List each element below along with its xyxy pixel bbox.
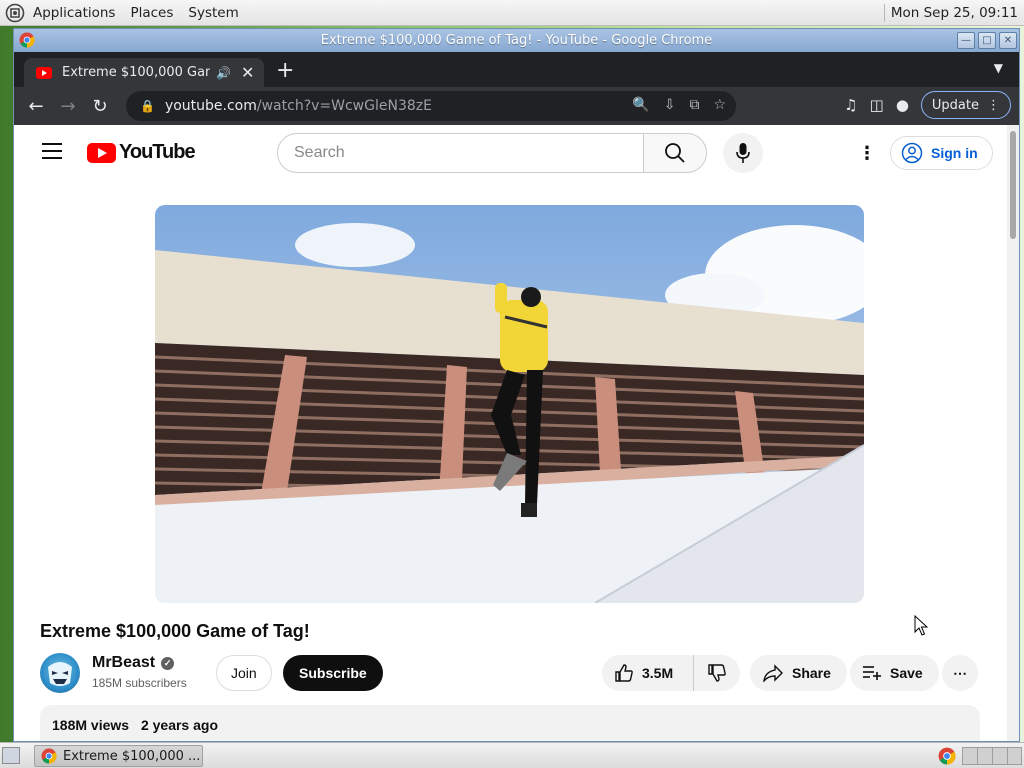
scrollbar-thumb[interactable] — [1010, 131, 1016, 239]
bookmark-star-icon[interactable]: ☆ — [713, 97, 726, 113]
like-button[interactable]: 3.5M — [602, 655, 694, 691]
account-circle-icon — [901, 142, 923, 164]
back-button[interactable]: ← — [20, 96, 52, 117]
profile-icon[interactable]: ● — [896, 96, 909, 114]
youtube-wordmark: YouTube — [119, 141, 196, 163]
thumbs-up-icon — [615, 664, 633, 682]
zoom-search-icon[interactable]: 🔍 — [632, 97, 649, 113]
video-player[interactable] — [155, 205, 864, 603]
chrome-window: Extreme $100,000 Game of Tag! - YouTube … — [13, 28, 1020, 742]
taskbar-item-chrome[interactable]: Extreme $100,000 ... — [34, 745, 203, 767]
window-titlebar[interactable]: Extreme $100,000 Game of Tag! - YouTube … — [14, 29, 1019, 52]
publish-date: 2 years ago — [140, 717, 219, 733]
media-control-icon[interactable]: ♫ — [844, 96, 857, 114]
url-text: youtube.com/watch?v=WcwGleN38zE — [164, 98, 432, 114]
share-page-icon[interactable]: ⧉ — [689, 97, 699, 113]
side-panel-icon[interactable]: ◫ — [870, 96, 884, 114]
tab-title: Extreme $100,000 Game of Tag! — [62, 65, 210, 80]
show-desktop-button[interactable] — [2, 747, 20, 764]
search-placeholder: Search — [294, 144, 345, 161]
new-tab-button[interactable]: + — [276, 58, 294, 83]
tab-close-icon[interactable]: ✕ — [241, 63, 254, 82]
join-button[interactable]: Join — [216, 655, 272, 691]
view-count: 188M views — [52, 717, 130, 733]
chrome-menu-icon[interactable]: ⋮ — [987, 98, 1000, 113]
voice-search-button[interactable] — [723, 133, 763, 173]
tab-strip: Extreme $100,000 Game of Tag! 🔊 ✕ + ▼ — [14, 52, 1019, 87]
menu-system[interactable]: System — [188, 5, 238, 21]
channel-row: MrBeast ✓ 185M subscribers Join Subscribe… — [40, 653, 990, 693]
tray-chrome-icon[interactable] — [938, 747, 956, 765]
like-count: 3.5M — [642, 665, 674, 681]
settings-more-icon[interactable]: ⋮ — [858, 143, 876, 164]
youtube-header: YouTube Search ⋮ Sign in — [14, 125, 1007, 181]
dislike-button[interactable] — [694, 663, 740, 683]
close-window-button[interactable]: ✕ — [999, 32, 1017, 49]
page-scrollbar[interactable] — [1007, 125, 1019, 741]
save-button[interactable]: Save — [850, 655, 939, 691]
youtube-page: YouTube Search ⋮ Sign in Extreme $100,00… — [14, 125, 1019, 741]
sign-in-button[interactable]: Sign in — [890, 136, 993, 170]
browser-toolbar: ← → ↻ 🔒 youtube.com/watch?v=WcwGleN38zE … — [14, 87, 1019, 125]
like-dislike-group: 3.5M — [602, 655, 740, 691]
search-icon — [665, 143, 685, 163]
search-input[interactable]: Search — [277, 133, 644, 173]
tab-youtube[interactable]: Extreme $100,000 Game of Tag! 🔊 ✕ — [24, 58, 264, 87]
more-actions-button[interactable]: ⋯ — [942, 655, 978, 691]
workspace-switcher[interactable] — [962, 747, 1022, 765]
playlist-add-icon — [863, 666, 881, 680]
microphone-icon — [736, 143, 750, 163]
panel-separator — [883, 3, 885, 22]
window-title: Extreme $100,000 Game of Tag! - YouTube … — [320, 33, 713, 48]
audio-playing-icon[interactable]: 🔊 — [216, 66, 231, 80]
video-title: Extreme $100,000 Game of Tag! — [40, 621, 310, 641]
share-label: Share — [792, 665, 831, 681]
sign-in-label: Sign in — [931, 145, 978, 161]
subscriber-count: 185M subscribers — [92, 676, 187, 690]
youtube-favicon-icon — [36, 66, 52, 79]
lock-icon[interactable]: 🔒 — [140, 99, 155, 113]
search-button[interactable] — [643, 133, 707, 173]
chrome-icon — [41, 748, 57, 764]
update-label: Update — [931, 97, 979, 113]
subscribe-button[interactable]: Subscribe — [283, 655, 383, 691]
beast-logo-icon — [48, 662, 72, 686]
install-app-icon[interactable]: ⇩ — [664, 97, 676, 113]
hamburger-menu-icon[interactable] — [42, 143, 62, 159]
more-horizontal-icon: ⋯ — [953, 664, 967, 681]
taskbar-item-label: Extreme $100,000 ... — [63, 748, 201, 764]
description-box[interactable]: 188M views 2 years ago — [40, 705, 980, 741]
address-bar[interactable]: 🔒 youtube.com/watch?v=WcwGleN38zE 🔍 ⇩ ⧉ … — [126, 91, 736, 121]
menu-places[interactable]: Places — [130, 5, 173, 21]
tab-search-chevron-icon[interactable]: ▼ — [994, 61, 1003, 75]
youtube-play-icon — [87, 142, 116, 163]
video-frame — [155, 205, 864, 603]
clock[interactable]: Mon Sep 25, 09:11 — [891, 5, 1018, 21]
mouse-cursor-icon — [914, 615, 928, 636]
share-icon — [763, 664, 783, 682]
thumbs-down-icon — [708, 664, 726, 682]
share-button[interactable]: Share — [750, 655, 847, 691]
verified-badge-icon: ✓ — [161, 657, 175, 670]
channel-avatar[interactable] — [40, 653, 80, 693]
forward-button[interactable]: → — [52, 96, 84, 117]
maximize-button[interactable]: □ — [978, 32, 996, 49]
bottom-panel: Extreme $100,000 ... — [0, 742, 1024, 768]
youtube-logo[interactable]: YouTube — [87, 141, 196, 164]
menu-applications[interactable]: Applications — [33, 5, 115, 21]
channel-name[interactable]: MrBeast ✓ — [92, 654, 175, 672]
save-label: Save — [890, 665, 923, 681]
reload-button[interactable]: ↻ — [84, 96, 116, 117]
distro-logo-icon[interactable] — [5, 3, 25, 23]
minimize-button[interactable]: — — [957, 32, 975, 49]
top-panel: Applications Places System Mon Sep 25, 0… — [0, 0, 1024, 26]
update-button[interactable]: Update ⋮ — [920, 91, 1011, 119]
